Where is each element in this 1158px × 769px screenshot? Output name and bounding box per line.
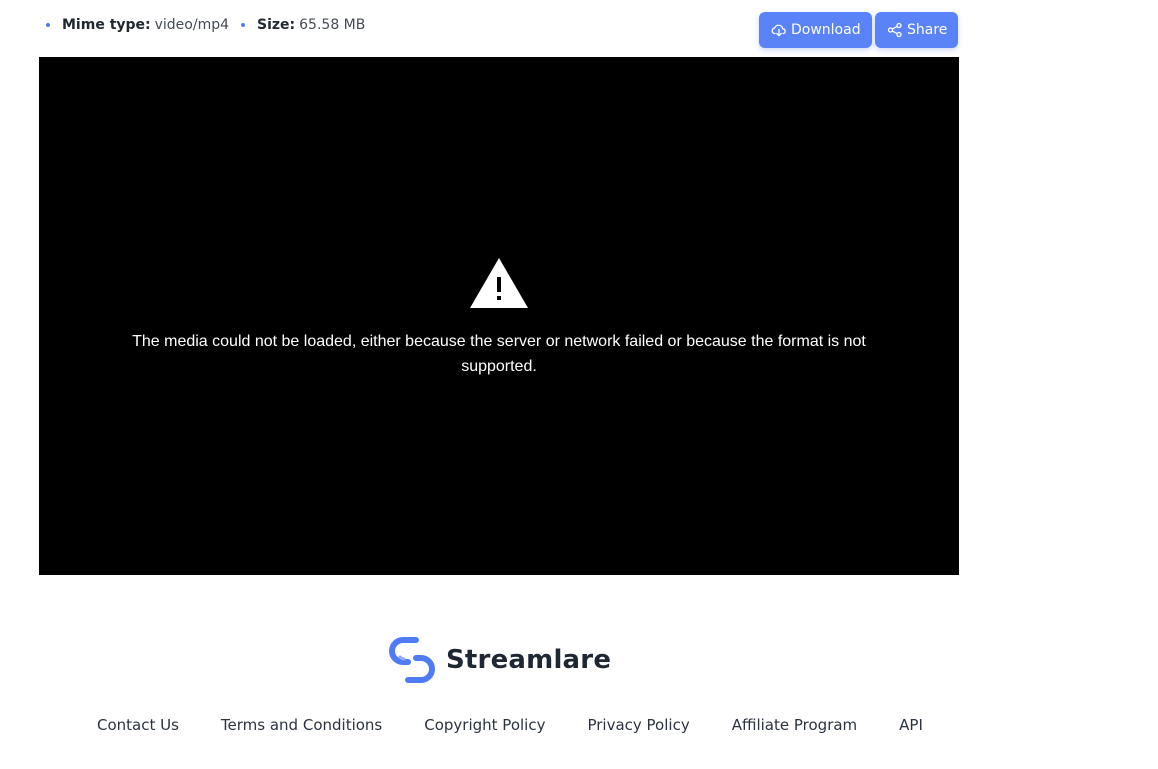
- media-error-message: The media could not be loaded, either be…: [132, 333, 866, 375]
- footer-link-terms[interactable]: Terms and Conditions: [221, 716, 382, 734]
- size-label: Size:: [257, 17, 296, 33]
- footer-link-copyright[interactable]: Copyright Policy: [424, 716, 545, 734]
- footer-nav: Contact Us Terms and Conditions Copyrigh…: [97, 716, 923, 734]
- warning-icon: [469, 257, 529, 309]
- footer-link-api[interactable]: API: [899, 716, 923, 734]
- footer-link-privacy[interactable]: Privacy Policy: [587, 716, 689, 734]
- file-meta: Mime type: video/mp4 Size: 65.58 MB: [46, 17, 377, 33]
- share-button[interactable]: Share: [875, 12, 958, 48]
- download-button[interactable]: Download: [759, 12, 872, 48]
- mime-type-value: video/mp4: [154, 17, 230, 33]
- page: Mime type: video/mp4 Size: 65.58 MB Down…: [0, 0, 1158, 769]
- action-buttons: Download Share: [759, 12, 958, 48]
- bullet-icon: [46, 23, 50, 27]
- brand-name: Streamlare: [446, 645, 612, 675]
- mime-type-label: Mime type:: [62, 17, 151, 33]
- footer-link-contact-us[interactable]: Contact Us: [97, 716, 179, 734]
- download-button-label: Download: [791, 22, 861, 38]
- streamlare-logo-icon: [386, 634, 438, 686]
- bullet-icon: [241, 23, 246, 27]
- mime-type-item: Mime type: video/mp4: [46, 17, 229, 33]
- footer-link-affiliate[interactable]: Affiliate Program: [732, 716, 857, 734]
- size-value: 65.58 MB: [299, 17, 366, 33]
- video-player[interactable]: The media could not be loaded, either be…: [39, 57, 959, 575]
- size-item: Size: 65.58 MB: [241, 17, 365, 33]
- share-button-label: Share: [907, 22, 948, 38]
- cloud-download-icon: [771, 23, 787, 37]
- share-icon: [887, 22, 903, 38]
- brand[interactable]: Streamlare: [386, 634, 611, 686]
